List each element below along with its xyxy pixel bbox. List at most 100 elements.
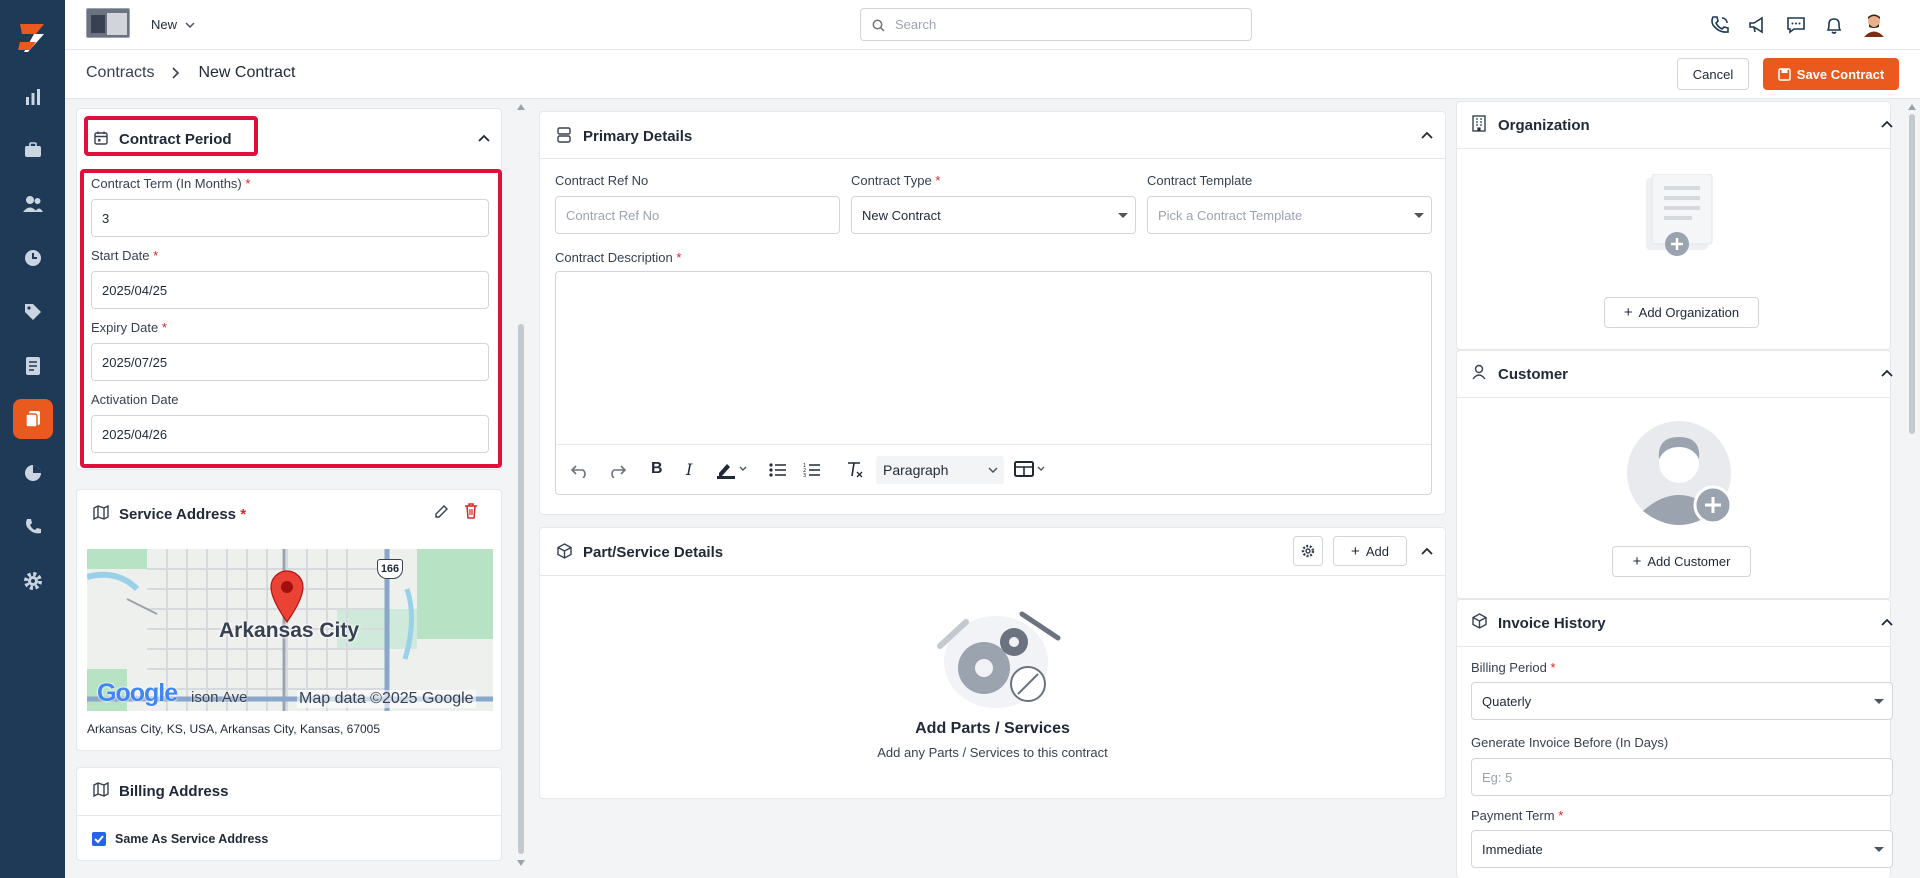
italic-icon[interactable]: I [686, 460, 692, 479]
gear-icon [1301, 544, 1315, 558]
phone-icon[interactable] [13, 507, 53, 547]
chat-icon[interactable] [1786, 15, 1806, 35]
logo-icon[interactable] [14, 20, 50, 56]
breadcrumb-contracts[interactable]: Contracts [86, 64, 154, 82]
user-icon [1472, 364, 1486, 380]
add-organization-label: Add Organization [1638, 305, 1740, 320]
save-label: Save Contract [1796, 66, 1885, 82]
part-service-card: Part/Service Details + Add Add Parts / S… [539, 527, 1446, 799]
sidebar [0, 0, 65, 878]
breadcrumb-bar: Contracts New Contract Cancel Save Contr… [65, 50, 1920, 99]
billing-period-select[interactable]: Quaterly [1471, 682, 1893, 720]
pie-chart-icon[interactable] [13, 453, 53, 493]
description-textarea[interactable] [556, 272, 1431, 444]
chevron-up-icon[interactable] [1421, 547, 1433, 555]
billing-address-card: Billing Address Same As Service Address [76, 767, 502, 861]
bold-icon[interactable]: B [651, 460, 663, 478]
highlight-period-fields [80, 169, 502, 468]
highlight-period-title [84, 116, 258, 156]
organization-card: Organization + Add Organization [1456, 101, 1893, 350]
briefcase-icon[interactable] [13, 130, 53, 170]
service-address-text: Arkansas City, KS, USA, Arkansas City, K… [87, 722, 381, 736]
add-customer-button[interactable]: + Add Customer [1612, 546, 1751, 577]
billing-address-title: Billing Address [119, 783, 229, 800]
megaphone-icon[interactable] [1748, 15, 1768, 35]
map-icon [93, 782, 109, 797]
chevron-up-icon[interactable] [478, 134, 490, 142]
chevron-up-icon[interactable] [1881, 120, 1893, 128]
map-pin-icon [270, 570, 304, 623]
building-icon [1472, 115, 1486, 132]
contracts-icon[interactable] [13, 399, 53, 439]
undo-icon[interactable] [571, 462, 589, 478]
highlight-color-icon[interactable] [716, 461, 748, 479]
contract-template-select[interactable]: Pick a Contract Template [1147, 196, 1432, 234]
chevron-right-icon [172, 67, 180, 79]
customer-card: Customer + Add Customer [1456, 350, 1893, 599]
chevron-up-icon[interactable] [1881, 369, 1893, 377]
clock-icon[interactable] [13, 238, 53, 278]
contract-ref-label: Contract Ref No [555, 173, 649, 188]
map-street-label: ison Ave [191, 689, 248, 706]
left-scrollbar[interactable] [516, 104, 526, 866]
top-bar: New Search [65, 0, 1920, 50]
users-icon[interactable] [13, 184, 53, 224]
same-as-service-checkbox[interactable] [92, 832, 106, 846]
primary-details-title: Primary Details [583, 128, 693, 145]
avatar[interactable] [1862, 13, 1886, 37]
description-editor[interactable]: B I 123 Paragraph [555, 271, 1432, 495]
new-dropdown[interactable]: New [151, 17, 195, 32]
check-icon [94, 835, 104, 844]
map-city-label: Arkansas City [219, 619, 360, 642]
contract-ref-input[interactable]: Contract Ref No [555, 196, 840, 234]
map-highway-shield: 166 [377, 559, 403, 579]
add-organization-button[interactable]: + Add Organization [1604, 297, 1759, 328]
invoice-icon[interactable] [13, 346, 53, 386]
map-credit: Map data ©2025 Google [297, 690, 476, 708]
box-icon [557, 543, 572, 559]
trash-icon[interactable] [464, 503, 478, 519]
save-icon [1778, 67, 1791, 81]
chevron-down-icon [185, 21, 195, 28]
google-logo: Google [97, 679, 178, 707]
paragraph-select[interactable]: Paragraph [876, 456, 1004, 484]
generate-invoice-label: Generate Invoice Before (In Days) [1471, 735, 1669, 750]
service-map[interactable]: 166 Arkansas City ison Ave Google Map da… [87, 549, 493, 711]
breadcrumb: Contracts New Contract [86, 64, 295, 82]
customer-title: Customer [1498, 366, 1569, 383]
gear-button[interactable] [1293, 536, 1323, 566]
contract-type-label: Contract Type * [851, 173, 941, 188]
chevron-up-icon[interactable] [1881, 618, 1893, 626]
bell-icon[interactable] [1824, 15, 1844, 35]
parts-empty-text: Add any Parts / Services to this contrac… [877, 745, 1108, 760]
primary-details-card: Primary Details Contract Ref No Contract… [539, 111, 1446, 515]
redo-icon[interactable] [608, 462, 626, 478]
parts-illustration [926, 604, 1066, 714]
map-icon [93, 505, 109, 520]
cancel-button[interactable]: Cancel [1677, 58, 1749, 90]
contract-type-select[interactable]: New Contract [851, 196, 1136, 234]
service-address-card: Service Address * 166 Arkansas City ison… [76, 489, 502, 751]
analytics-icon[interactable] [13, 77, 53, 117]
plus-icon: + [1623, 304, 1633, 321]
company-logo[interactable] [86, 8, 130, 38]
bullet-list-icon[interactable] [769, 462, 787, 478]
organization-title: Organization [1498, 117, 1590, 134]
call-icon[interactable] [1710, 15, 1730, 35]
payment-term-select[interactable]: Immediate [1471, 830, 1893, 868]
search-input[interactable]: Search [860, 8, 1252, 41]
settings-icon[interactable] [13, 561, 53, 601]
service-address-title: Service Address * [119, 506, 247, 523]
numbered-list-icon[interactable]: 123 [803, 462, 821, 478]
list-icon [557, 127, 571, 143]
right-scrollbar[interactable] [1907, 104, 1917, 874]
table-icon[interactable] [1014, 461, 1050, 479]
edit-icon[interactable] [434, 504, 449, 519]
clear-format-icon[interactable] [846, 461, 864, 479]
generate-invoice-input[interactable]: Eg: 5 [1471, 758, 1893, 796]
tag-icon[interactable] [13, 292, 53, 332]
plus-icon: + [1351, 542, 1360, 560]
save-contract-button[interactable]: Save Contract [1763, 58, 1899, 90]
add-part-button[interactable]: + Add [1333, 536, 1407, 566]
chevron-up-icon[interactable] [1421, 131, 1433, 139]
